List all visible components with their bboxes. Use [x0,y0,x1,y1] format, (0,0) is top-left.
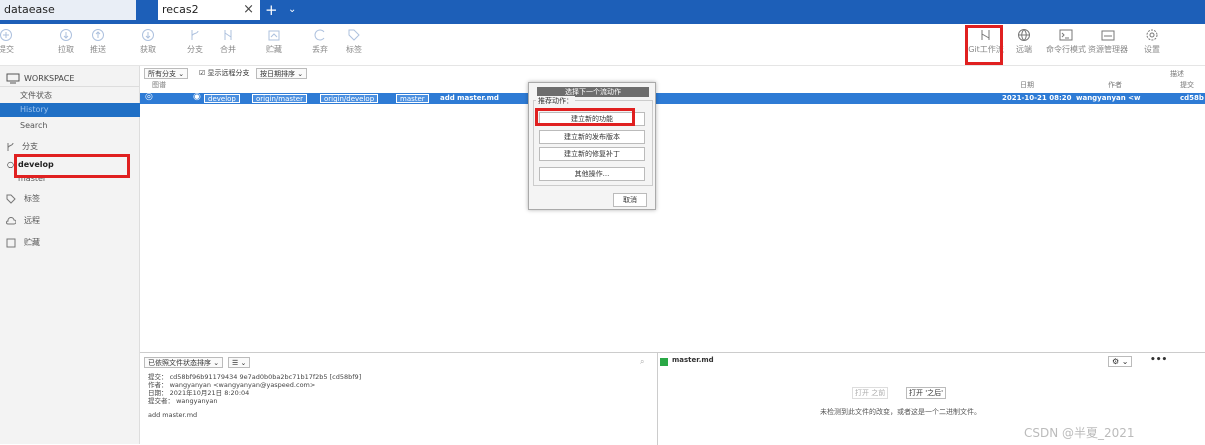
column-author[interactable]: 作者 [1108,80,1122,90]
add-tab-button[interactable]: + [265,0,278,20]
git-flow-dialog: 选择下一个流动作 推荐动作： 建立新的功能 建立新的发布版本 建立新的修复补丁 … [528,82,656,210]
sort-select[interactable]: 已依照文件状态排序 ⌄ [144,357,224,368]
commit-details: 提交： cd58bf96b91179434 9e7ad0b0ba2bc71b17… [148,373,362,419]
terminal-icon [1059,29,1073,41]
sidebar-item-file-status[interactable]: 文件状态 [0,89,140,103]
start-hotfix-button[interactable]: 建立新的修复补丁 [539,147,645,161]
file-added-icon [660,358,668,366]
dialog-group-label: 推荐动作： [536,96,575,106]
commit-row[interactable]: ◎ ◉ develop origin/master origin/develop… [140,92,1205,104]
checkbox-icon: ☑ [199,69,206,77]
search-icon[interactable]: ⌕ [640,357,644,367]
order-select[interactable]: 按日期排序 ⌄ [256,68,308,79]
show-remote-checkbox[interactable]: ☑ 显示远程分支 [196,68,253,79]
sidebar-remotes[interactable]: 远程 [0,214,140,228]
branch-icon [191,30,199,40]
stash-button[interactable]: 贮藏 [254,28,294,55]
pull-icon [60,29,72,41]
toolbar: 提交 拉取 推送 获取 分支 合并 贮藏 丢弃 标签 Git工作流 远端 命令行… [0,24,1205,66]
close-icon[interactable]: × [243,0,254,20]
gear-icon[interactable]: ⚙ ⌄ [1108,356,1133,367]
cancel-button[interactable]: 取消 [613,193,647,207]
list-icon: ☰ [232,359,239,367]
tag-icon [348,29,360,41]
sidebar-stashes[interactable]: 贮藏 [0,236,140,250]
column-date[interactable]: 日期 [1020,80,1034,90]
branch-tag[interactable]: origin/develop [320,94,379,103]
start-release-button[interactable]: 建立新的发布版本 [539,130,645,144]
graph-node-icon: ◎ [145,92,153,102]
tag-icon [6,194,16,204]
workspace-header[interactable]: WORKSPACE [0,71,140,87]
branch-tag[interactable]: master [396,94,429,103]
commit-author: wangyanyan <w [1076,94,1141,102]
tag-button[interactable]: 标签 [334,28,374,55]
chevron-down-icon: ⌄ [178,70,185,78]
sidebar-item-history[interactable]: History [0,103,140,117]
highlight-feature [535,108,635,126]
sidebar: WORKSPACE 文件状态 History Search 分支 ○ devel… [0,66,140,444]
globe-icon [1018,29,1030,41]
current-branch-icon: ○ [7,160,14,169]
explorer-button[interactable]: 资源管理器 [1088,28,1128,55]
commit-hash: cd58b [1180,94,1204,102]
more-icon[interactable]: ••• [1150,355,1167,365]
commit-button[interactable]: 提交 [0,28,26,55]
tab-bar: dataease recas2 × + ⌄ [0,0,1205,24]
fetch-icon [142,29,154,41]
head-node-icon: ◉ [193,92,201,102]
tab-menu-icon[interactable]: ⌄ [288,0,296,20]
column-commit[interactable]: 提交 [1180,80,1194,90]
fetch-button[interactable]: 获取 [128,28,168,55]
branch-tag[interactable]: develop [204,94,240,103]
highlight-develop [14,154,130,178]
highlight-git-flow [965,25,1003,65]
tab-dataease[interactable]: dataease [0,0,136,20]
file-name[interactable]: master.md [672,356,714,364]
commit-icon [0,29,12,41]
tab-recas2[interactable]: recas2 × [158,0,260,20]
remote-button[interactable]: 远端 [1004,28,1044,55]
branch-icon [7,142,14,151]
sidebar-item-search[interactable]: Search [0,119,140,133]
folder-icon [1101,30,1115,41]
commit-date: 2021-10-21 08:20 [1002,94,1072,102]
other-actions-button[interactable]: 其他操作... [539,167,645,181]
terminal-button[interactable]: 命令行模式 [1046,28,1086,55]
merge-icon [224,30,232,40]
watermark: CSDN @半夏_2021 [1024,426,1135,440]
discard-icon [314,29,325,41]
stash-icon [268,30,280,41]
no-change-note: 未检测到此文件的改变，或者这是一个二进制文件。 [820,408,981,416]
push-icon [92,29,104,41]
sidebar-branches-header[interactable]: 分支 [0,140,140,154]
branch-filter-select[interactable]: 所有分支 ⌄ [144,68,189,79]
tab-label: recas2 [162,3,199,16]
open-after-button[interactable]: 打开 '之后' [906,387,947,399]
history-panel: 所有分支 ⌄ ☑ 显示远程分支 按日期排序 ⌄ 图谱 日期 作者 提交 描述 [140,66,1205,352]
commit-message: add master.md [440,94,499,102]
branch-tag[interactable]: origin/master [252,94,307,103]
push-button[interactable]: 推送 [78,28,118,55]
tab-label: dataease [4,3,55,16]
view-select[interactable]: ☰ ⌄ [228,357,251,368]
column-desc[interactable]: 描述 [1170,69,1184,79]
merge-button[interactable]: 合并 [208,28,248,55]
column-graph[interactable]: 图谱 [152,80,166,90]
gear-icon [1146,29,1158,41]
sidebar-tags[interactable]: 标签 [0,192,140,206]
chevron-down-icon: ⌄ [297,70,304,78]
stash-icon [6,238,16,248]
open-before-button[interactable]: 打开 之前 [852,387,889,399]
cloud-icon [6,216,16,225]
monitor-icon [6,73,20,84]
settings-button[interactable]: 设置 [1132,28,1172,55]
